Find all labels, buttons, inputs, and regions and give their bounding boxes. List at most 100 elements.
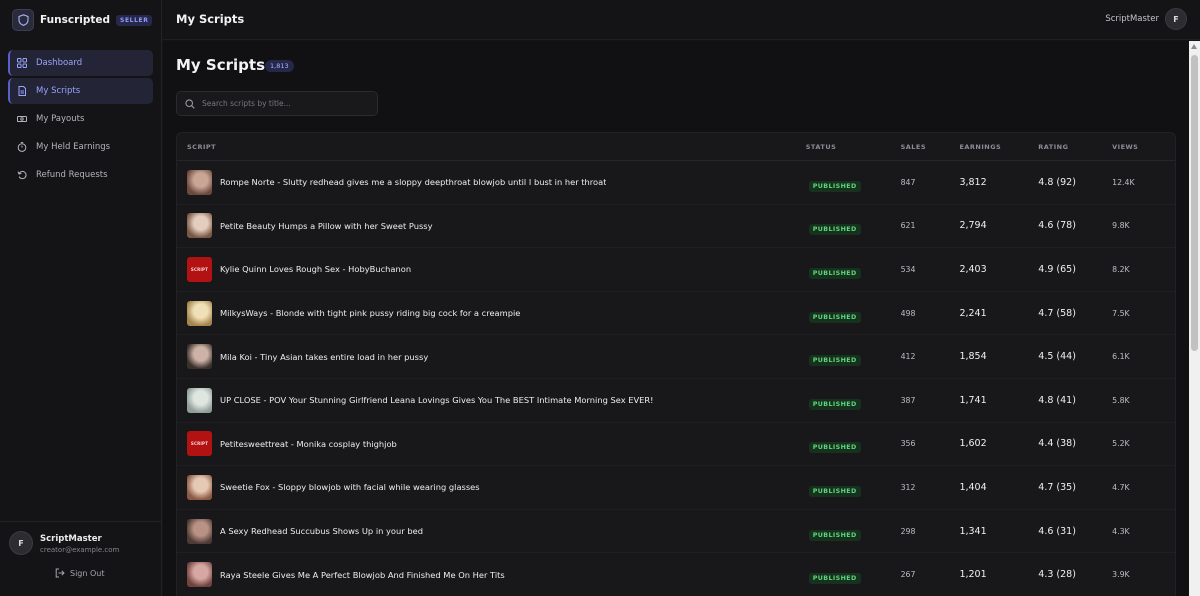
cell-views: 12.4K — [1112, 177, 1135, 187]
script-title-link[interactable]: UP CLOSE - POV Your Stunning Girlfriend … — [220, 395, 654, 405]
script-title-link[interactable]: MilkysWays - Blonde with tight pink puss… — [220, 308, 520, 318]
user-name: ScriptMaster — [40, 534, 102, 544]
scrollbar-thumb[interactable] — [1191, 55, 1198, 351]
status-badge: PUBLISHED — [808, 573, 861, 585]
column-header-script[interactable]: SCRIPT — [177, 143, 806, 151]
table-row[interactable]: Raya Steele Gives Me A Perfect Blowjob A… — [177, 553, 1175, 596]
script-thumbnail[interactable] — [187, 344, 212, 370]
script-title-link[interactable]: Mila Koi - Tiny Asian takes entire load … — [220, 352, 428, 362]
script-thumbnail[interactable] — [187, 169, 212, 195]
cell-earnings: 1,854 — [959, 351, 987, 363]
script-thumbnail[interactable]: SCRIPT — [187, 256, 212, 282]
sidebar-item-held-earnings[interactable]: My Held Earnings — [8, 134, 153, 160]
main-content: My Scripts 1,813 SCRIPT STATUS SALES EAR… — [163, 41, 1189, 596]
script-thumbnail[interactable] — [187, 387, 212, 413]
column-header-status[interactable]: STATUS — [806, 143, 901, 151]
sidebar-item-label: My Scripts — [36, 86, 81, 96]
script-title-link[interactable]: Kylie Quinn Loves Rough Sex - HobyBuchan… — [220, 264, 411, 274]
column-header-rating[interactable]: RATING — [1038, 143, 1112, 151]
avatar[interactable]: F — [1165, 8, 1187, 30]
search-box[interactable] — [176, 91, 378, 116]
cell-earnings: 2,794 — [959, 220, 987, 232]
sidebar-nav: Dashboard My Scripts My Payouts My Held … — [8, 50, 153, 190]
status-badge: PUBLISHED — [808, 267, 861, 279]
script-title-link[interactable]: Rompe Norte - Slutty redhead gives me a … — [220, 177, 606, 187]
grid-icon — [17, 58, 27, 68]
cell-earnings: 1,741 — [959, 394, 987, 406]
topbar-username: ScriptMaster — [1105, 14, 1159, 24]
scroll-up-arrow-icon[interactable] — [1191, 44, 1197, 49]
cell-views: 4.7K — [1112, 482, 1130, 492]
cell-views: 5.2K — [1112, 439, 1130, 449]
column-header-earnings[interactable]: EARNINGS — [959, 143, 1038, 151]
cell-sales: 498 — [900, 308, 916, 318]
cell-status: PUBLISHED — [806, 391, 901, 410]
topbar: My Scripts ScriptMaster F — [163, 0, 1200, 40]
table-row[interactable]: Petite Beauty Humps a Pillow with her Sw… — [177, 205, 1175, 249]
status-badge: PUBLISHED — [808, 529, 861, 541]
cell-sales: 267 — [900, 570, 916, 580]
sidebar-item-my-scripts[interactable]: My Scripts — [8, 78, 153, 104]
table-row[interactable]: Sweetie Fox - Sloppy blowjob with facial… — [177, 466, 1175, 510]
table-row[interactable]: A Sexy Redhead Succubus Shows Up in your… — [177, 510, 1175, 554]
column-header-sales[interactable]: SALES — [901, 143, 960, 151]
script-title-link[interactable]: Petite Beauty Humps a Pillow with her Sw… — [220, 221, 433, 231]
sign-out-label: Sign Out — [70, 568, 105, 578]
cell-status: PUBLISHED — [806, 347, 901, 367]
script-title-link[interactable]: Petitesweettreat - Monika cosplay thighj… — [220, 439, 397, 449]
cell-views: 3.9K — [1112, 570, 1130, 580]
cell-rating: 4.5 (44) — [1038, 351, 1076, 363]
status-badge: PUBLISHED — [808, 311, 861, 323]
page-title: My Scripts — [176, 56, 265, 74]
brand[interactable]: Funscripted SELLER — [12, 9, 153, 31]
search-input[interactable] — [202, 99, 372, 108]
cell-status: PUBLISHED — [806, 173, 901, 192]
cell-rating: 4.6 (78) — [1038, 220, 1076, 232]
table-row[interactable]: Mila Koi - Tiny Asian takes entire load … — [177, 335, 1175, 379]
topbar-user-menu[interactable]: ScriptMaster F — [1105, 8, 1187, 30]
script-title-link[interactable]: Sweetie Fox - Sloppy blowjob with facial… — [220, 482, 480, 492]
cell-views: 9.8K — [1112, 221, 1130, 231]
sidebar-item-label: My Held Earnings — [36, 142, 111, 152]
sidebar-item-dashboard[interactable]: Dashboard — [8, 50, 153, 76]
table-row[interactable]: UP CLOSE - POV Your Stunning Girlfriend … — [177, 379, 1175, 423]
cell-script: UP CLOSE - POV Your Stunning Girlfriend … — [177, 387, 806, 413]
cell-status: PUBLISHED — [806, 478, 901, 497]
sidebar-item-refund-requests[interactable]: Refund Requests — [8, 162, 153, 188]
cell-earnings: 3,812 — [959, 176, 987, 188]
cell-script: Sweetie Fox - Sloppy blowjob with facial… — [177, 474, 806, 500]
script-thumbnail[interactable] — [187, 562, 212, 588]
script-thumbnail[interactable] — [187, 474, 212, 500]
sidebar-item-label: My Payouts — [36, 114, 85, 124]
sidebar-item-my-payouts[interactable]: My Payouts — [8, 106, 153, 132]
table-row[interactable]: Rompe Norte - Slutty redhead gives me a … — [177, 161, 1175, 205]
script-title-link[interactable]: Raya Steele Gives Me A Perfect Blowjob A… — [220, 570, 505, 580]
cell-status: PUBLISHED — [806, 565, 901, 585]
cell-sales: 356 — [900, 439, 916, 449]
cell-rating: 4.6 (31) — [1038, 525, 1076, 537]
script-thumbnail[interactable] — [187, 300, 212, 326]
document-icon — [17, 86, 27, 96]
cell-script: A Sexy Redhead Succubus Shows Up in your… — [177, 518, 806, 544]
cell-script: SCRIPT Petitesweettreat - Monika cosplay… — [177, 431, 806, 457]
script-thumbnail[interactable] — [187, 518, 212, 544]
cell-earnings: 1,602 — [959, 438, 987, 450]
table-row[interactable]: SCRIPT Kylie Quinn Loves Rough Sex - Hob… — [177, 248, 1175, 292]
avatar[interactable]: F — [9, 531, 33, 555]
cell-earnings: 1,341 — [959, 525, 987, 537]
table-body: Rompe Norte - Slutty redhead gives me a … — [177, 161, 1175, 596]
user-email: creator@example.com — [40, 546, 120, 554]
cell-sales: 847 — [900, 177, 916, 187]
cell-views: 7.5K — [1112, 308, 1130, 318]
table-row[interactable]: SCRIPT Petitesweettreat - Monika cosplay… — [177, 423, 1175, 467]
status-badge: PUBLISHED — [808, 442, 861, 454]
page-scrollbar[interactable] — [1189, 41, 1200, 596]
script-title-link[interactable]: A Sexy Redhead Succubus Shows Up in your… — [220, 526, 423, 536]
column-header-views[interactable]: VIEWS — [1112, 143, 1175, 151]
cell-rating: 4.8 (92) — [1038, 176, 1076, 188]
script-thumbnail[interactable]: SCRIPT — [187, 431, 212, 457]
table-row[interactable]: MilkysWays - Blonde with tight pink puss… — [177, 292, 1175, 336]
sign-out-button[interactable]: Sign Out — [55, 568, 105, 578]
cell-rating: 4.4 (38) — [1038, 438, 1076, 450]
script-thumbnail[interactable] — [187, 213, 212, 239]
